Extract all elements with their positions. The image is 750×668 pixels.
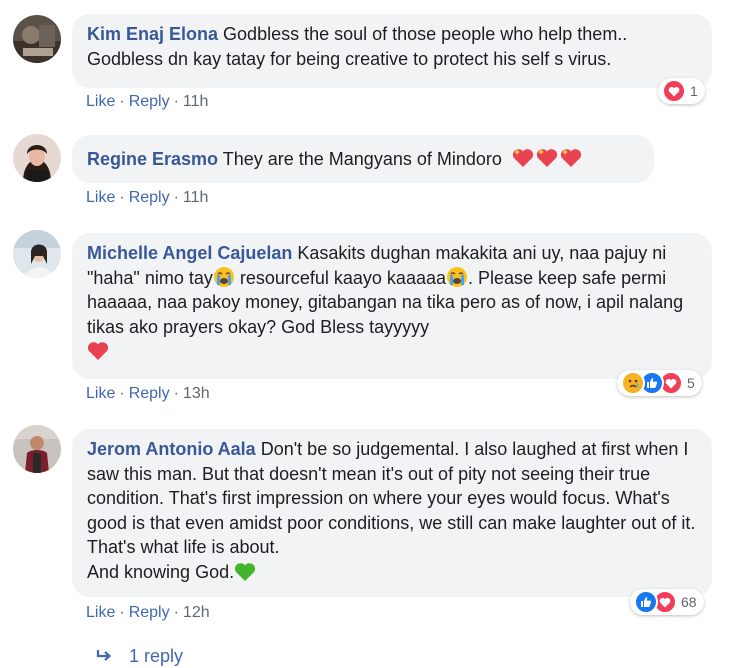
reply-link[interactable]: Reply — [129, 93, 170, 110]
avatar[interactable] — [13, 134, 61, 182]
like-link[interactable]: Like — [86, 189, 115, 206]
comment-author[interactable]: Kim Enaj Elona — [87, 24, 218, 44]
like-react-icon — [634, 590, 658, 614]
comment-author[interactable]: Regine Erasmo — [87, 149, 218, 169]
comment-bubble: Regine Erasmo They are the Mangyans of M… — [72, 135, 654, 183]
separator: · — [173, 604, 179, 621]
comment-author[interactable]: Jerom Antonio Aala — [87, 439, 256, 459]
separator: · — [119, 189, 125, 206]
like-link[interactable]: Like — [86, 93, 115, 110]
comment-actions: Like · Reply · 12h — [86, 604, 210, 622]
emoji-group — [511, 149, 583, 169]
reply-arrow-icon — [96, 650, 112, 661]
reply-link[interactable]: Reply — [129, 604, 170, 621]
red-heart-icon — [87, 342, 109, 360]
separator: · — [173, 385, 179, 402]
reaction-summary[interactable]: 68 — [630, 589, 704, 615]
comment-timestamp[interactable]: 11h — [183, 93, 209, 110]
love-react-icon — [662, 79, 686, 103]
sparkling-heart-icon — [512, 149, 533, 167]
like-link[interactable]: Like — [86, 604, 115, 621]
crying-face-icon — [213, 266, 234, 287]
comment-author[interactable]: Michelle Angel Cajuelan — [87, 243, 292, 263]
separator: · — [119, 93, 125, 110]
view-replies-link[interactable]: 1 reply — [95, 646, 183, 667]
sparkling-heart-icon — [536, 149, 557, 167]
comment-text-2: resourceful kaayo kaaaaa — [234, 267, 446, 288]
separator: · — [173, 93, 179, 110]
like-link[interactable]: Like — [86, 385, 115, 402]
separator: · — [119, 385, 125, 402]
reaction-count: 1 — [690, 83, 698, 99]
comment-timestamp[interactable]: 11h — [183, 189, 209, 206]
avatar[interactable] — [13, 425, 61, 473]
separator: · — [173, 189, 179, 206]
comment-actions: Like · Reply · 13h — [86, 385, 210, 403]
crying-face-icon — [447, 266, 467, 287]
reaction-summary[interactable]: 1 — [658, 78, 705, 104]
comment-timestamp[interactable]: 12h — [183, 604, 210, 621]
sparkling-heart-icon — [560, 149, 581, 167]
avatar[interactable] — [13, 230, 61, 278]
reply-link[interactable]: Reply — [129, 385, 170, 402]
reply-link[interactable]: Reply — [129, 189, 170, 206]
sad-react-icon — [621, 371, 645, 395]
avatar[interactable] — [13, 15, 61, 63]
replies-count-label[interactable]: 1 reply — [129, 646, 183, 666]
reaction-summary[interactable]: 5 — [617, 370, 702, 396]
comment-bubble: Jerom Antonio Aala Don't be so judgement… — [72, 429, 712, 597]
comment-actions: Like · Reply · 11h — [86, 189, 208, 207]
comment-text: They are the Mangyans of Mindoro — [222, 149, 502, 169]
reaction-count: 68 — [681, 594, 697, 610]
green-heart-icon — [235, 562, 256, 581]
separator: · — [119, 604, 125, 621]
reaction-count: 5 — [687, 375, 695, 391]
comment-bubble: Kim Enaj Elona Godbless the soul of thos… — [72, 14, 712, 88]
comment-bubble: Michelle Angel Cajuelan Kasakits dughan … — [72, 233, 712, 379]
comment-text-line2: And knowing God. — [87, 561, 235, 582]
comment-timestamp[interactable]: 13h — [183, 385, 210, 402]
comment-actions: Like · Reply · 11h — [86, 93, 208, 111]
